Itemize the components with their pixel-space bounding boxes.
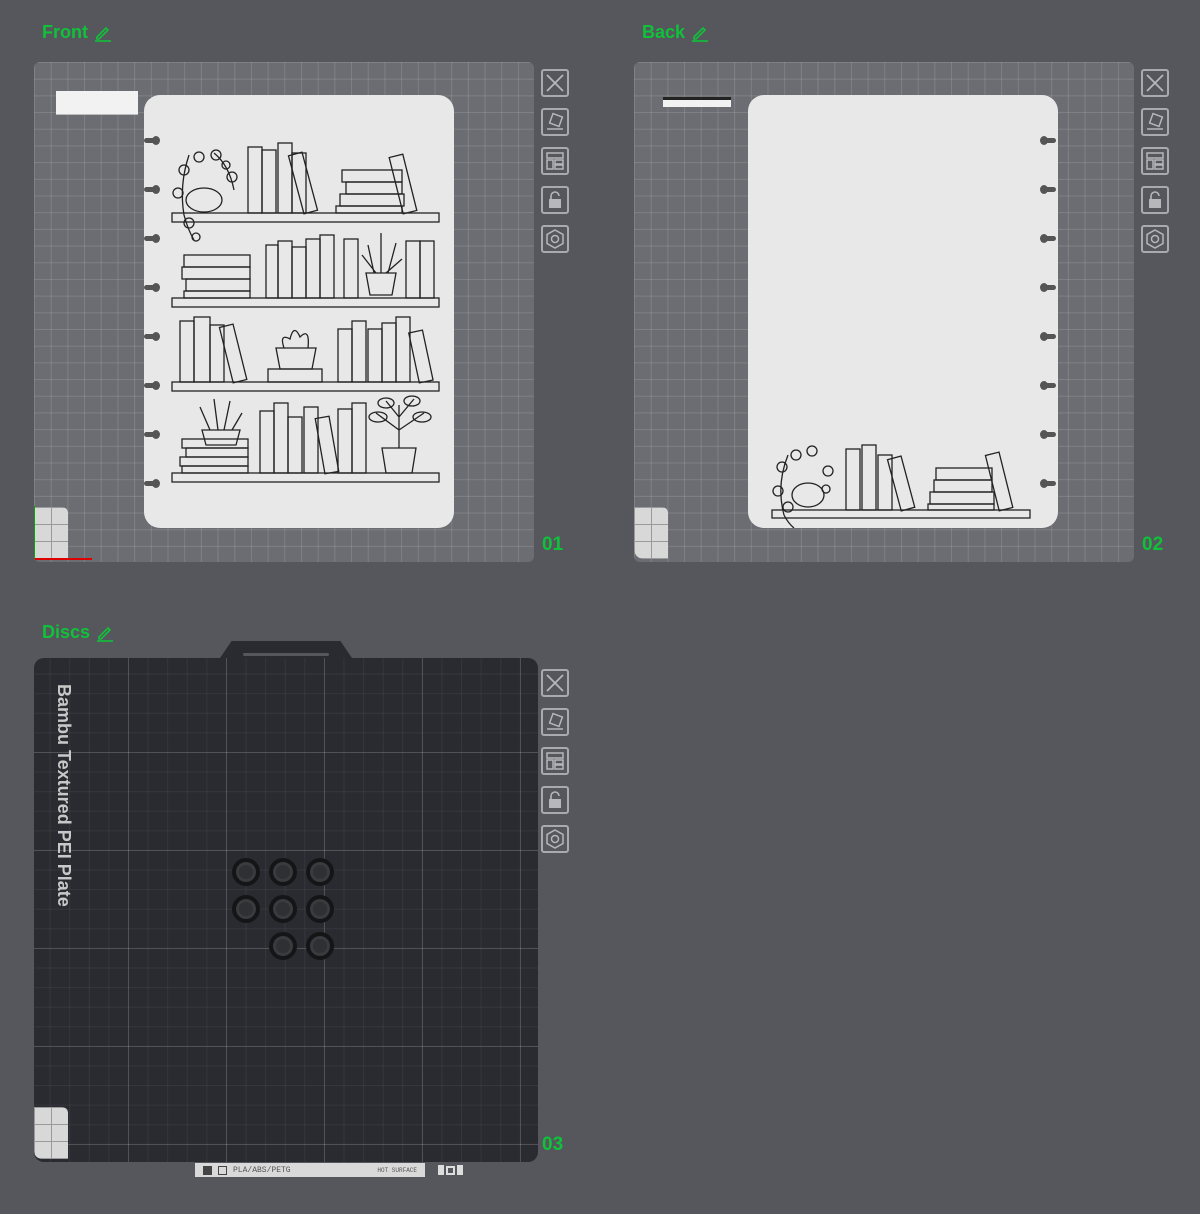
plate-number: 02: [1142, 534, 1164, 555]
disc-tab: [144, 234, 160, 243]
disc-part[interactable]: [269, 858, 297, 886]
lock-icon[interactable]: [1141, 186, 1169, 214]
disc-tab: [144, 479, 160, 488]
disc-part[interactable]: [232, 858, 260, 886]
settings-icon[interactable]: [541, 225, 569, 253]
edit-icon[interactable]: [94, 24, 112, 42]
printer-icons: [430, 1163, 470, 1177]
lock-icon[interactable]: [541, 786, 569, 814]
bookshelf-illustration: [171, 142, 440, 483]
plate-toolbar-front: [541, 69, 569, 253]
plate-number: 01: [542, 534, 564, 555]
auto-orient-icon[interactable]: [541, 708, 569, 736]
plate-name: Back: [642, 22, 686, 42]
disc-tab: [1042, 236, 1056, 241]
arrange-icon[interactable]: [1141, 147, 1169, 175]
disc-tab: [144, 136, 160, 145]
disc-tab: [1042, 383, 1056, 388]
plate-corner-marker: [634, 507, 668, 559]
material-label: PLA/ABS/PETG: [233, 1165, 291, 1175]
bookshelf-illustration: [771, 444, 1031, 528]
arrange-icon[interactable]: [541, 747, 569, 775]
disc-tab: [1042, 138, 1056, 143]
arrange-icon[interactable]: [541, 147, 569, 175]
disc-part[interactable]: [232, 895, 260, 923]
disc-tab: [144, 332, 160, 341]
disc-part[interactable]: [306, 932, 334, 960]
disc-tab: [1042, 334, 1056, 339]
close-icon[interactable]: [541, 669, 569, 697]
disc-part[interactable]: [269, 932, 297, 960]
disc-tab: [1042, 187, 1056, 192]
wipe-tower[interactable]: [663, 97, 731, 107]
plate-toolbar-back: [1141, 69, 1169, 253]
plate-name: Front: [42, 22, 88, 42]
plate-number: 03: [542, 1134, 564, 1155]
plate-title-discs[interactable]: Discs: [42, 622, 114, 643]
plate-name: Discs: [42, 622, 91, 642]
disc-part[interactable]: [269, 895, 297, 923]
disc-tab: [144, 430, 160, 439]
disc-tab: [1042, 285, 1056, 290]
notebook-page-front[interactable]: [144, 95, 454, 528]
disc-part[interactable]: [306, 895, 334, 923]
wipe-tower[interactable]: [56, 91, 138, 115]
edit-icon[interactable]: [691, 24, 709, 42]
bed-type-label: Bambu Textured PEI Plate: [54, 684, 74, 907]
auto-orient-icon[interactable]: [541, 108, 569, 136]
plate-toolbar-discs: [541, 669, 569, 853]
disc-tab: [144, 283, 160, 292]
axis-indicator: [34, 506, 92, 560]
plate-corner-marker: [34, 1107, 68, 1159]
warning-label: HOT SURFACE: [377, 1166, 417, 1174]
plate-title-front[interactable]: Front: [42, 22, 112, 43]
disc-tab: [144, 185, 160, 194]
disc-part[interactable]: [306, 858, 334, 886]
auto-orient-icon[interactable]: [1141, 108, 1169, 136]
close-icon[interactable]: [541, 69, 569, 97]
edit-icon[interactable]: [96, 624, 114, 642]
disc-tab: [1042, 481, 1056, 486]
plate-title-back[interactable]: Back: [642, 22, 709, 43]
grid-icon: [203, 1165, 212, 1175]
close-icon[interactable]: [1141, 69, 1169, 97]
settings-icon[interactable]: [1141, 225, 1169, 253]
lock-icon[interactable]: [541, 186, 569, 214]
grid-icon: [218, 1165, 227, 1175]
plate-footer: PLA/ABS/PETG HOT SURFACE: [195, 1163, 425, 1177]
notebook-page-back[interactable]: [748, 95, 1058, 528]
settings-icon[interactable]: [541, 825, 569, 853]
disc-tab: [1042, 432, 1056, 437]
disc-tab: [144, 381, 160, 390]
